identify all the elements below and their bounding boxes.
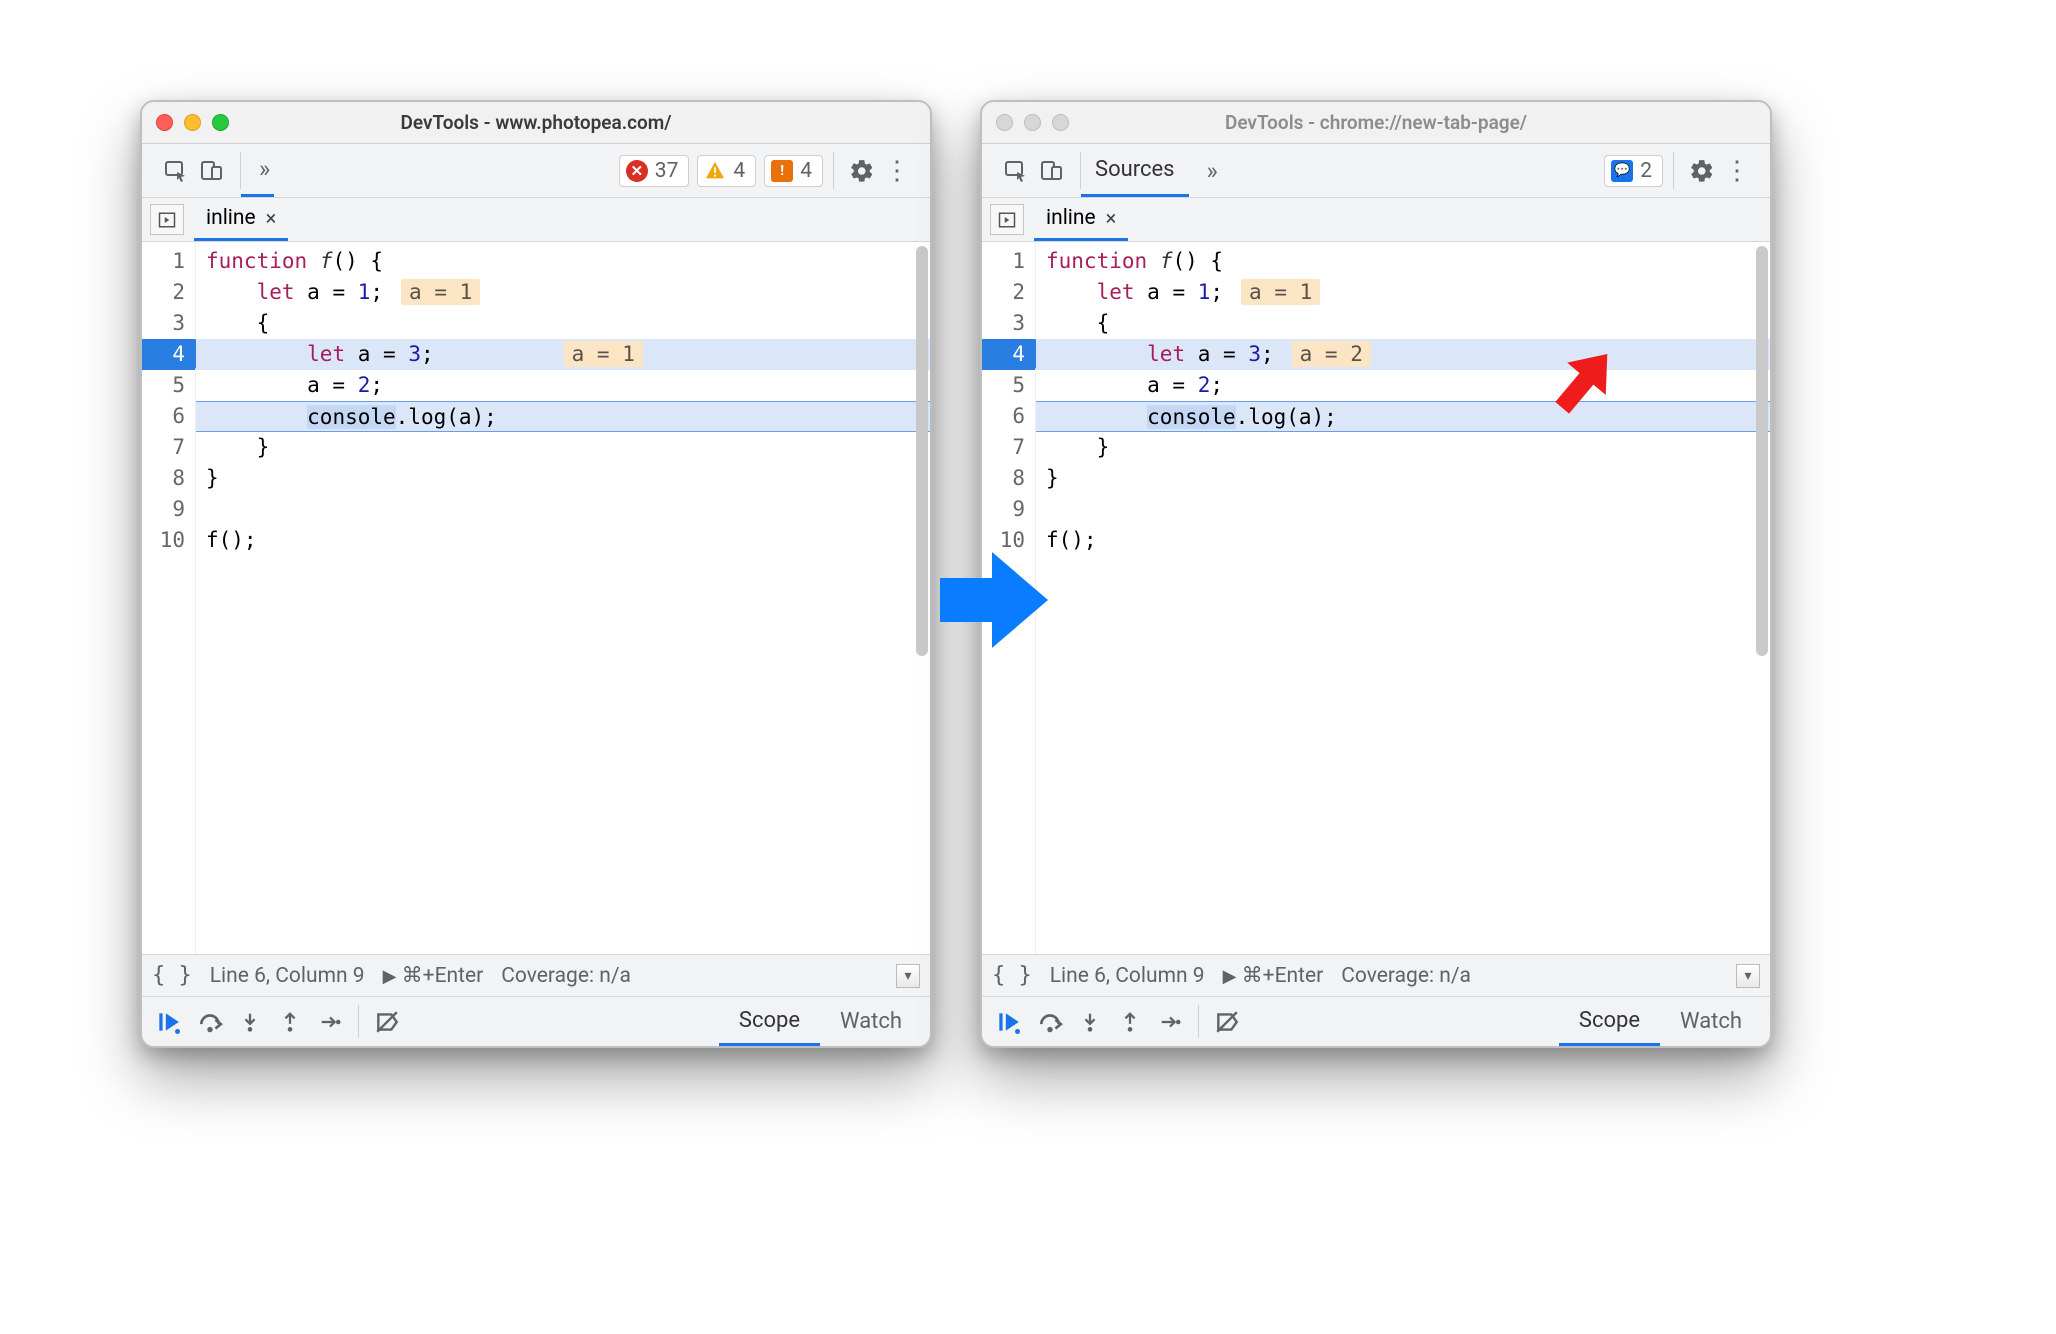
file-tab-inline[interactable]: inline × (1034, 198, 1128, 241)
watch-tab[interactable]: Watch (820, 997, 922, 1046)
zoom-window-button[interactable] (212, 114, 229, 131)
issues-badge[interactable]: 💬 2 (1604, 155, 1663, 187)
file-tabbar: inline × (982, 198, 1770, 242)
settings-icon[interactable] (1684, 153, 1720, 189)
minimize-window-button[interactable] (184, 114, 201, 131)
debugger-toolbar: Scope Watch (142, 996, 930, 1046)
warnings-badge[interactable]: 4 (697, 155, 756, 187)
cursor-position: Line 6, Column 9 (210, 964, 365, 988)
execution-line-marker: 4 (982, 339, 1035, 370)
kebab-menu-icon[interactable]: ⋮ (880, 156, 914, 186)
step-icon[interactable] (310, 1002, 350, 1042)
run-shortcut: ⌘+Enter (1242, 964, 1324, 988)
step-out-icon[interactable] (270, 1002, 310, 1042)
file-tab-label: inline (1046, 206, 1096, 230)
code-editor[interactable]: 123 4 567 8910 function f() { let a = 1;… (982, 242, 1770, 954)
error-icon: ✕ (626, 160, 648, 182)
coverage-label: Coverage: n/a (501, 964, 631, 988)
file-tab-label: inline (206, 206, 256, 230)
device-toggle-icon[interactable] (1034, 153, 1070, 189)
close-tab-icon[interactable]: × (266, 206, 277, 230)
navigator-toggle-icon[interactable] (150, 204, 184, 235)
zoom-window-button[interactable] (1052, 114, 1069, 131)
warnings-count: 4 (733, 159, 745, 183)
status-bar: { } Line 6, Column 9 ▶ ⌘+Enter Coverage:… (982, 954, 1770, 996)
kebab-menu-icon[interactable]: ⋮ (1720, 156, 1754, 186)
code-area[interactable]: function f() { let a = 1;a = 1 { let a =… (196, 242, 930, 954)
active-panel-tab[interactable]: » (241, 144, 274, 197)
device-toggle-icon[interactable] (194, 153, 230, 189)
step-over-icon[interactable] (190, 1002, 230, 1042)
issues-count: 2 (1640, 159, 1652, 183)
settings-icon[interactable] (844, 153, 880, 189)
devtools-window-left: DevTools - www.photopea.com/ » ✕ 37 (140, 100, 932, 1048)
titlebar: DevTools - chrome://new-tab-page/ (982, 102, 1770, 144)
pretty-print-icon[interactable]: { } (992, 963, 1032, 988)
code-editor[interactable]: 123 4 567 8910 function f() { let a = 1;… (142, 242, 930, 954)
scope-tab[interactable]: Scope (1559, 997, 1660, 1046)
line-gutter: 123 4 567 8910 (142, 242, 196, 954)
inspect-element-icon[interactable] (998, 153, 1034, 189)
console-toggle-icon[interactable]: ▾ (896, 964, 920, 988)
resume-icon[interactable] (990, 1002, 1030, 1042)
inline-value: a = 1 (1241, 279, 1320, 305)
devtools-window-right: DevTools - chrome://new-tab-page/ Source… (980, 100, 1772, 1048)
step-into-icon[interactable] (230, 1002, 270, 1042)
file-tabbar: inline × (142, 198, 930, 242)
errors-badge[interactable]: ✕ 37 (619, 155, 690, 187)
window-controls (156, 114, 229, 131)
scrollbar[interactable] (916, 246, 928, 656)
warning-triangle-icon (704, 160, 726, 182)
main-toolbar: Sources » 💬 2 ⋮ (982, 144, 1770, 198)
transition-arrow-icon (932, 540, 1052, 660)
step-over-icon[interactable] (1030, 1002, 1070, 1042)
titlebar: DevTools - www.photopea.com/ (142, 102, 930, 144)
watch-tab[interactable]: Watch (1660, 997, 1762, 1046)
inline-value: a = 1 (401, 279, 480, 305)
more-panels-icon: » (251, 155, 264, 183)
window-controls (996, 114, 1069, 131)
status-bar: { } Line 6, Column 9 ▶ ⌘+Enter Coverage:… (142, 954, 930, 996)
scope-tab[interactable]: Scope (719, 997, 820, 1046)
run-shortcut: ⌘+Enter (402, 964, 484, 988)
resume-icon[interactable] (150, 1002, 190, 1042)
window-title: DevTools - chrome://new-tab-page/ (982, 111, 1770, 134)
minimize-window-button[interactable] (1024, 114, 1041, 131)
console-toggle-icon[interactable]: ▾ (1736, 964, 1760, 988)
close-window-button[interactable] (996, 114, 1013, 131)
errors-count: 37 (655, 159, 679, 183)
navigator-toggle-icon[interactable] (990, 204, 1024, 235)
cursor-position: Line 6, Column 9 (1050, 964, 1205, 988)
more-panels-icon[interactable]: » (1189, 144, 1222, 197)
inline-value: a = 2 (1292, 341, 1371, 367)
execution-line-marker: 4 (142, 339, 195, 370)
debugger-toolbar: Scope Watch (982, 996, 1770, 1046)
step-out-icon[interactable] (1110, 1002, 1150, 1042)
close-tab-icon[interactable]: × (1106, 206, 1117, 230)
callout-arrow-icon (1538, 338, 1628, 428)
inline-value: a = 1 (564, 341, 643, 367)
sources-panel-tab[interactable]: Sources (1081, 144, 1189, 197)
deactivate-breakpoints-icon[interactable] (1207, 1002, 1247, 1042)
issue-icon: ! (771, 160, 793, 182)
issues-count: 4 (800, 159, 812, 183)
step-into-icon[interactable] (1070, 1002, 1110, 1042)
deactivate-breakpoints-icon[interactable] (367, 1002, 407, 1042)
code-area[interactable]: function f() { let a = 1;a = 1 { let a =… (1036, 242, 1770, 954)
step-icon[interactable] (1150, 1002, 1190, 1042)
close-window-button[interactable] (156, 114, 173, 131)
pretty-print-icon[interactable]: { } (152, 963, 192, 988)
coverage-label: Coverage: n/a (1341, 964, 1471, 988)
scrollbar[interactable] (1756, 246, 1768, 656)
inspect-element-icon[interactable] (158, 153, 194, 189)
window-title: DevTools - www.photopea.com/ (142, 111, 930, 134)
issue-icon: 💬 (1611, 160, 1633, 182)
main-toolbar: » ✕ 37 4 ! 4 (142, 144, 930, 198)
file-tab-inline[interactable]: inline × (194, 198, 288, 241)
issues-badge[interactable]: ! 4 (764, 155, 823, 187)
